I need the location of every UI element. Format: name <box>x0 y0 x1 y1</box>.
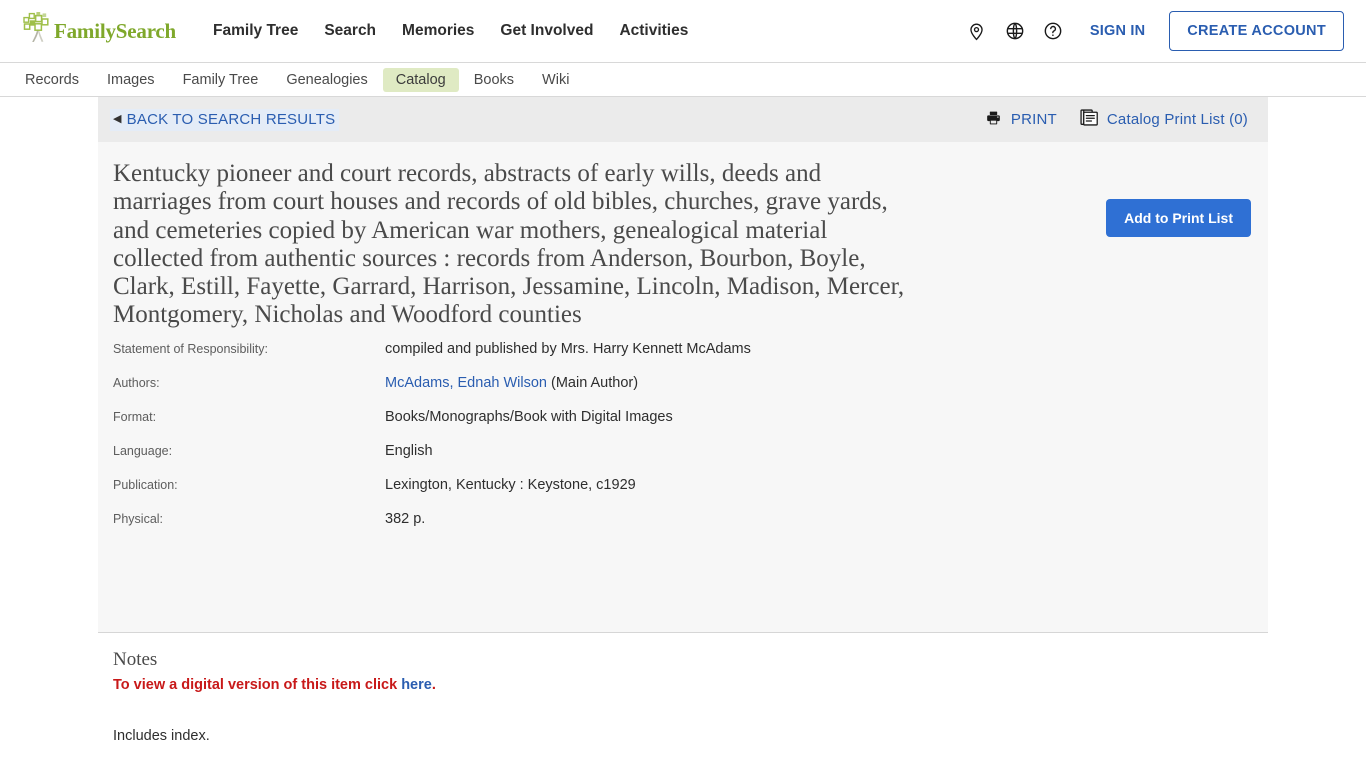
table-row: Statement of Responsibility: compiled an… <box>113 334 933 368</box>
catalog-print-list-label: Catalog Print List (0) <box>1106 111 1248 128</box>
field-value-physical: 382 p. <box>385 510 426 527</box>
family-tree-logo-icon <box>20 11 58 51</box>
notice-prefix: To view a digital version of this item c… <box>113 677 402 693</box>
notice-suffix: . <box>431 677 436 693</box>
nav-activities[interactable]: Activities <box>606 16 701 46</box>
field-value-authors: McAdams, Ednah Wilson (Main Author) <box>385 368 933 402</box>
print-label: PRINT <box>1010 111 1057 128</box>
field-label-statement-of-responsibility: Statement of Responsibility: <box>113 341 268 356</box>
author-role: (Main Author) <box>546 374 639 391</box>
note-includes-index: Includes index. <box>113 727 210 744</box>
field-value-statement-of-responsibility: compiled and published by Mrs. Harry Ken… <box>385 340 751 357</box>
field-label-authors: Authors: <box>113 375 160 390</box>
catalog-record-panel: ◀ BACK TO SEARCH RESULTS PRINT Catalog P… <box>98 97 1268 768</box>
record-metadata-card: Kentucky pioneer and court records, abst… <box>98 142 1268 633</box>
header-actions: SIGN IN CREATE ACCOUNT <box>958 0 1344 62</box>
table-row: Authors: McAdams, Ednah Wilson (Main Aut… <box>113 368 933 402</box>
table-row: Publication: Lexington, Kentucky : Keyst… <box>113 470 933 504</box>
digital-version-link[interactable]: here <box>401 677 432 693</box>
secondary-nav: Records Images Family Tree Genealogies C… <box>0 62 1366 97</box>
field-value-publication: Lexington, Kentucky : Keystone, c1929 <box>385 476 636 493</box>
nav-get-involved[interactable]: Get Involved <box>487 16 606 46</box>
notes-heading: Notes <box>113 649 158 670</box>
record-fields-table: Statement of Responsibility: compiled an… <box>113 334 933 538</box>
subnav-item-genealogies[interactable]: Genealogies <box>273 68 380 92</box>
add-to-print-list-button[interactable]: Add to Print List <box>1106 199 1251 237</box>
create-account-button[interactable]: CREATE ACCOUNT <box>1169 11 1344 51</box>
field-value-format: Books/Monographs/Book with Digital Image… <box>385 408 673 425</box>
sign-in-link[interactable]: SIGN IN <box>1078 15 1157 47</box>
field-value-language: English <box>385 442 433 459</box>
back-to-search-results-link[interactable]: ◀ BACK TO SEARCH RESULTS <box>110 108 340 131</box>
page-body: ◀ BACK TO SEARCH RESULTS PRINT Catalog P… <box>0 97 1366 768</box>
back-link-label: BACK TO SEARCH RESULTS <box>126 110 336 128</box>
document-list-icon <box>1079 108 1098 131</box>
help-circle-icon[interactable] <box>1034 12 1072 50</box>
globe-icon[interactable] <box>996 12 1034 50</box>
table-row: Format: Books/Monographs/Book with Digit… <box>113 402 933 436</box>
subnav-item-books[interactable]: Books <box>461 68 527 92</box>
print-button[interactable]: PRINT <box>985 110 1057 130</box>
field-label-language: Language: <box>113 443 173 458</box>
author-link[interactable]: McAdams, Ednah Wilson <box>385 375 547 391</box>
subnav-item-wiki[interactable]: Wiki <box>529 68 582 92</box>
notes-section: Notes To view a digital version of this … <box>98 633 1268 768</box>
printer-icon <box>985 110 1002 130</box>
page-title: Kentucky pioneer and court records, abst… <box>113 160 905 329</box>
subnav-item-catalog[interactable]: Catalog <box>382 67 459 92</box>
familysearch-logo[interactable]: FamilySearch <box>20 11 176 51</box>
nav-memories[interactable]: Memories <box>389 16 487 46</box>
primary-nav: Family Tree Search Memories Get Involved… <box>200 16 701 46</box>
nav-search[interactable]: Search <box>311 16 389 46</box>
field-label-format: Format: <box>113 409 157 424</box>
table-row: Language: English <box>113 436 933 470</box>
digital-version-notice: To view a digital version of this item c… <box>113 675 1248 697</box>
subnav-item-images[interactable]: Images <box>94 68 168 92</box>
nav-family-tree[interactable]: Family Tree <box>200 16 311 46</box>
field-label-publication: Publication: <box>113 477 178 492</box>
subnav-item-records[interactable]: Records <box>12 68 92 92</box>
record-toolbar: ◀ BACK TO SEARCH RESULTS PRINT Catalog P… <box>98 97 1268 142</box>
site-header: FamilySearch Family Tree Search Memories… <box>0 0 1366 62</box>
location-pin-icon[interactable] <box>958 12 996 50</box>
subnav-item-family-tree[interactable]: Family Tree <box>170 68 272 92</box>
back-caret-icon: ◀ <box>113 112 122 125</box>
table-row: Physical: 382 p. <box>113 504 933 538</box>
logo-wordmark: FamilySearch <box>54 18 177 43</box>
catalog-print-list-button[interactable]: Catalog Print List (0) <box>1079 108 1248 131</box>
toolbar-actions: PRINT Catalog Print List (0) <box>985 108 1248 131</box>
field-label-physical: Physical: <box>113 511 164 526</box>
